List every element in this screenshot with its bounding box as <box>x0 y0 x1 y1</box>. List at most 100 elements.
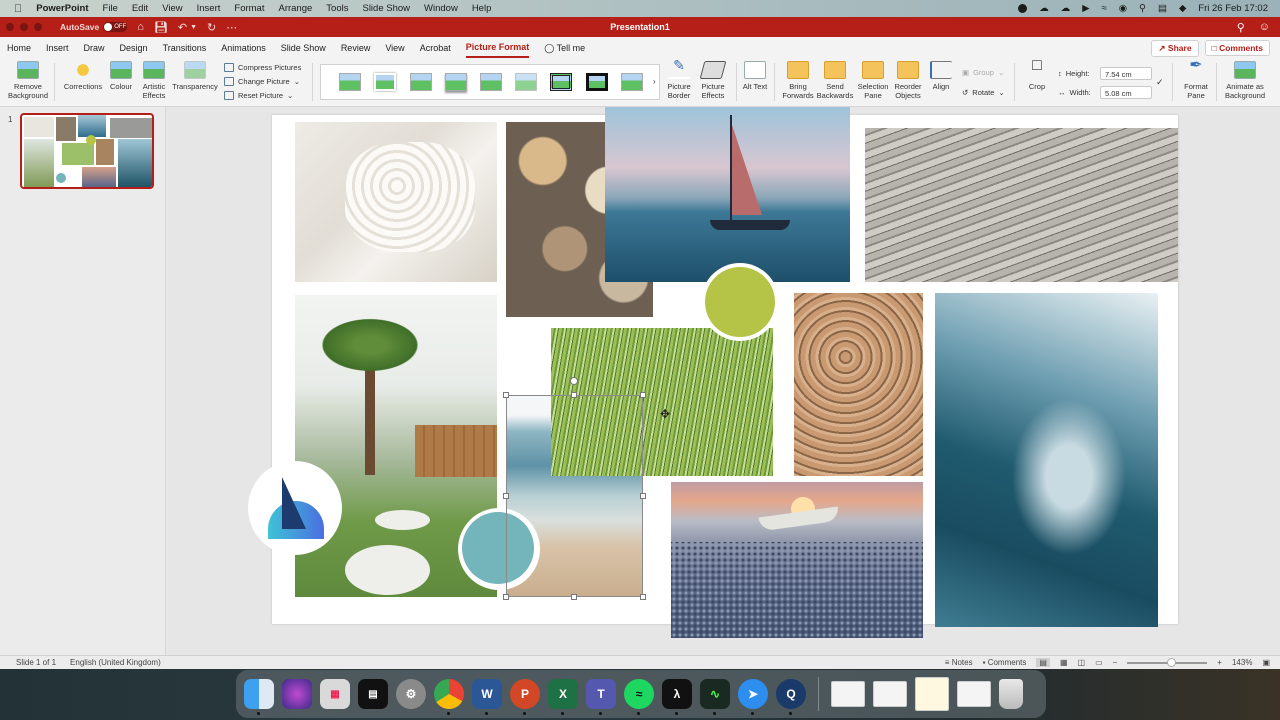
animate-as-background-button[interactable]: Animate as Background <box>1222 61 1268 100</box>
zoom-slider[interactable] <box>1127 657 1208 667</box>
resize-handle-sw[interactable] <box>503 594 509 600</box>
normal-view-icon[interactable]: ▤ <box>1036 658 1050 667</box>
tab-transitions[interactable]: Transitions <box>163 39 207 57</box>
tab-animations[interactable]: Animations <box>221 39 266 57</box>
height-input[interactable]: 7.54 cm <box>1100 67 1152 80</box>
app-menu[interactable]: PowerPoint <box>36 3 88 14</box>
chrome-icon[interactable] <box>434 679 464 715</box>
picture-style-shadow[interactable] <box>445 73 467 91</box>
reset-picture-button[interactable]: Reset Picture ⌄ <box>224 91 293 100</box>
minimized-finder-window[interactable] <box>957 681 991 707</box>
word-icon[interactable]: W <box>472 679 502 715</box>
colour-button[interactable]: Colour <box>106 61 136 91</box>
picture-border-button[interactable]: ✎ Picture Border <box>664 58 694 100</box>
menu-tools[interactable]: Tools <box>326 3 348 14</box>
corrections-button[interactable]: Corrections <box>60 61 106 91</box>
zoom-slider-knob[interactable] <box>1167 657 1177 667</box>
menu-file[interactable]: File <box>103 3 118 14</box>
alt-text-button[interactable]: Alt Text <box>742 61 768 91</box>
tab-home[interactable]: Home <box>7 39 31 57</box>
photo-sailboat-sunset[interactable] <box>605 107 850 282</box>
tab-acrobat[interactable]: Acrobat <box>420 39 451 57</box>
feedback-smiley-icon[interactable]: ☺ <box>1259 21 1270 34</box>
rotate-handle[interactable] <box>570 377 578 385</box>
photo-rope-coils[interactable] <box>794 293 923 476</box>
play-icon[interactable]: ▶ <box>1082 3 1089 14</box>
teams-icon[interactable]: T <box>586 679 616 715</box>
resize-handle-n[interactable] <box>571 392 577 398</box>
menu-help[interactable]: Help <box>472 3 492 14</box>
picture-style-double-frame[interactable] <box>550 73 572 91</box>
send-backwards-button[interactable]: Send Backwards <box>816 61 854 100</box>
home-icon[interactable]: ⌂ <box>137 21 144 33</box>
user-icon[interactable]: ◉ <box>1119 3 1127 14</box>
tab-design[interactable]: Design <box>120 39 148 57</box>
minimized-powerpoint-window[interactable] <box>915 677 949 711</box>
cloud-icon[interactable]: ☁ <box>1061 3 1071 14</box>
picture-style-simple-frame[interactable] <box>339 73 361 91</box>
crop-button[interactable]: □ Crop <box>1022 58 1052 92</box>
picture-effects-button[interactable]: Picture Effects <box>698 61 728 100</box>
lock-aspect-ratio-checkbox[interactable]: ✓ <box>1156 77 1164 88</box>
align-button[interactable]: Align <box>928 61 954 91</box>
slide-canvas[interactable]: ✥ <box>248 107 1178 638</box>
compress-pictures-button[interactable]: Compress Pictures <box>224 63 301 72</box>
tab-review[interactable]: Review <box>341 39 371 57</box>
menu-window[interactable]: Window <box>424 3 458 14</box>
resize-handle-e[interactable] <box>640 493 646 499</box>
picture-style-bevel[interactable] <box>410 73 432 91</box>
remove-background-button[interactable]: Remove Background <box>6 61 50 100</box>
bring-forwards-button[interactable]: Bring Forwards <box>780 61 816 100</box>
fit-to-window-icon[interactable]: ▣ <box>1262 658 1270 667</box>
resize-handle-ne[interactable] <box>640 392 646 398</box>
menu-format[interactable]: Format <box>234 3 264 14</box>
zoom-percent[interactable]: 143% <box>1232 658 1252 667</box>
resize-handle-s[interactable] <box>571 594 577 600</box>
tab-draw[interactable]: Draw <box>84 39 105 57</box>
safari-icon[interactable]: ➤ <box>738 679 768 715</box>
reorder-objects-button[interactable]: Reorder Objects <box>892 61 924 100</box>
format-pane-button[interactable]: ✒ Format Pane <box>1180 58 1212 101</box>
undo-dropdown-icon[interactable]: ▼ <box>190 24 197 31</box>
quicktime-icon[interactable]: Q <box>776 679 806 715</box>
recording-icon[interactable] <box>1018 4 1028 13</box>
share-button[interactable]: ↗ Share <box>1151 39 1199 57</box>
zoom-in-button[interactable]: + <box>1217 658 1222 667</box>
cloud-icon[interactable]: ☁ <box>1039 3 1049 14</box>
picture-style-feathered[interactable] <box>515 73 537 91</box>
menu-insert[interactable]: Insert <box>197 3 221 14</box>
trash-icon[interactable] <box>999 679 1023 709</box>
minimize-window-button[interactable] <box>20 23 28 31</box>
siri-icon[interactable] <box>282 679 312 709</box>
mission-control-icon[interactable]: ▤ <box>358 679 388 709</box>
width-input[interactable]: 5.08 cm <box>1100 86 1152 99</box>
finder-icon[interactable] <box>244 679 274 715</box>
change-picture-button[interactable]: Change Picture ⌄ <box>224 77 300 86</box>
save-icon[interactable]: 💾︎ <box>154 21 168 34</box>
tab-view[interactable]: View <box>385 39 404 57</box>
spotify-icon[interactable]: ≈ <box>624 679 654 715</box>
slide-thumbnail[interactable] <box>20 113 154 189</box>
slide-sorter-icon[interactable]: ▦ <box>1060 658 1068 667</box>
notes-button[interactable]: ≡ Notes <box>945 658 973 667</box>
picture-style-reflected[interactable] <box>480 73 502 91</box>
redo-icon[interactable]: ↻ <box>207 21 216 34</box>
reading-view-icon[interactable]: ◫ <box>1078 658 1086 667</box>
resize-handle-w[interactable] <box>503 493 509 499</box>
menu-edit[interactable]: Edit <box>132 3 148 14</box>
tab-picture-format[interactable]: Picture Format <box>465 38 530 58</box>
autosave-toggle[interactable]: OFF <box>103 22 128 32</box>
photo-ocean-wave[interactable] <box>935 293 1158 627</box>
zoom-window-button[interactable] <box>34 23 42 31</box>
activity-monitor-icon[interactable]: ∿ <box>700 679 730 715</box>
language-indicator[interactable]: English (United Kingdom) <box>70 658 161 667</box>
siri-icon[interactable]: ◆ <box>1179 3 1186 14</box>
rotate-button[interactable]: ↺ Rotate ⌄ <box>962 88 1005 97</box>
tab-insert[interactable]: Insert <box>46 39 69 57</box>
photo-driftwood[interactable] <box>865 128 1178 282</box>
picture-style-soft-edge[interactable] <box>374 73 396 91</box>
logo-circle[interactable] <box>248 461 342 555</box>
selection-pane-button[interactable]: Selection Pane <box>856 61 890 100</box>
menu-slide-show[interactable]: Slide Show <box>362 3 410 14</box>
gallery-more-chevron-icon[interactable]: › <box>653 77 656 86</box>
